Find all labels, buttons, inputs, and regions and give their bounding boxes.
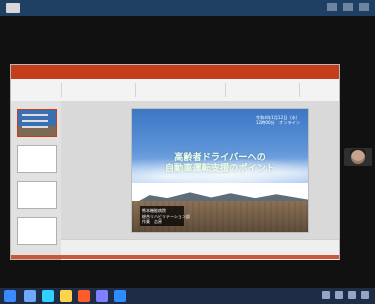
ribbon-group-font [139, 83, 226, 97]
slide-thumbnail-2[interactable] [17, 145, 57, 173]
slide-title: 高齢者ドライバーへの 自動車運転支援のポイント [164, 152, 276, 174]
ribbon-group-slides [65, 83, 136, 97]
maximize-icon[interactable] [343, 3, 353, 11]
powerpoint-window: 令和4年1月12日（水） 12時00分 オンライン 高齢者ドライバーへの 自動車… [10, 64, 340, 260]
ribbon [11, 79, 339, 102]
ribbon-group-editing [303, 83, 333, 97]
current-slide[interactable]: 令和4年1月12日（水） 12時00分 オンライン 高齢者ドライバーへの 自動車… [131, 108, 309, 233]
system-tray [322, 291, 369, 299]
browser-icon[interactable] [42, 290, 54, 302]
battery-icon[interactable] [348, 291, 356, 299]
ribbon-group-paragraph [229, 83, 300, 97]
explorer-icon[interactable] [24, 290, 36, 302]
window-icon[interactable] [6, 3, 20, 13]
slide-date: 令和4年1月12日（水） 12時00分 オンライン [255, 115, 300, 125]
thumbnail-land [18, 125, 56, 136]
slide-thumbnails-panel [11, 101, 62, 259]
powerpoint-icon[interactable] [78, 290, 90, 302]
close-icon[interactable] [359, 3, 369, 11]
powerpoint-titlebar [11, 65, 339, 72]
webcam-thumbnail[interactable] [344, 148, 372, 166]
minimize-icon[interactable] [327, 3, 337, 11]
webcam-face [351, 150, 365, 164]
zoom-icon[interactable] [114, 290, 126, 302]
status-bar [11, 255, 339, 259]
thumbnail-sky [18, 110, 56, 126]
slide-editor: 令和4年1月12日（水） 12時00分 オンライン 高齢者ドライバーへの 自動車… [61, 101, 339, 260]
network-icon[interactable] [322, 291, 330, 299]
window-controls [327, 3, 369, 11]
taskbar [0, 288, 375, 304]
top-bar [0, 0, 375, 16]
taskbar-apps [24, 290, 126, 302]
desktop: 令和4年1月12日（水） 12時00分 オンライン 高齢者ドライバーへの 自動車… [0, 0, 375, 304]
slide-thumbnail-3[interactable] [17, 181, 57, 209]
mail-icon[interactable] [60, 290, 72, 302]
thumbnail-text-lines [22, 114, 48, 116]
slide-presenter: 熊本機能病院 総合リハビリテーション部 作業 吉原 [140, 206, 190, 226]
slide-thumbnail-1[interactable] [17, 109, 57, 137]
volume-icon[interactable] [335, 291, 343, 299]
start-icon[interactable] [4, 290, 16, 302]
clock-icon[interactable] [361, 291, 369, 299]
teams-icon[interactable] [96, 290, 108, 302]
ribbon-group-clipboard [17, 83, 62, 97]
ribbon-tabs [11, 72, 339, 79]
slide-thumbnail-4[interactable] [17, 217, 57, 245]
